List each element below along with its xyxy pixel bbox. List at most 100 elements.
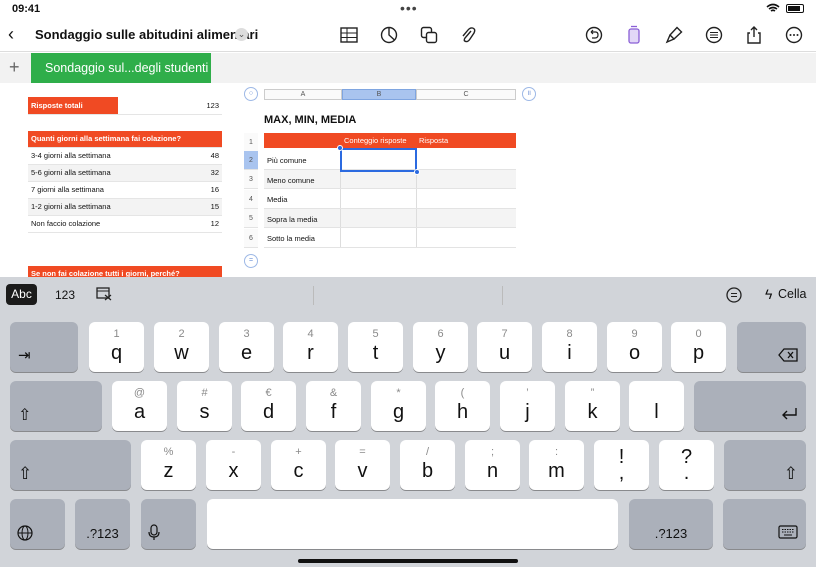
- keyboard-shortcut-bar: Abc 123 ϟ Cella: [0, 277, 816, 313]
- shift-key-right[interactable]: ⇧: [724, 440, 806, 490]
- space-key[interactable]: [207, 499, 618, 549]
- reasons-table[interactable]: Se non fai colazione tutti i giorni, per…: [28, 266, 222, 277]
- keyboard: Abc 123 ϟ Cella ⇥ 1q 2w 3e 4r 5t 6y 7u 8…: [0, 277, 816, 567]
- numbers-key-left[interactable]: .?123: [75, 499, 130, 549]
- table-row[interactable]: Sotto la media: [264, 228, 516, 248]
- shift-key-left[interactable]: ⇧: [10, 440, 131, 490]
- key-g[interactable]: * g: [371, 381, 426, 431]
- row-label: Media: [267, 195, 288, 204]
- key-u[interactable]: 7u: [477, 322, 532, 372]
- key-l[interactable]: l: [629, 381, 684, 431]
- table-row[interactable]: Meno comune: [264, 169, 516, 189]
- table-row[interactable]: Sopra la media: [264, 208, 516, 228]
- row-header[interactable]: 3: [244, 170, 258, 189]
- key-k[interactable]: ” k: [565, 381, 620, 431]
- formula-icon[interactable]: [726, 287, 742, 308]
- key-x[interactable]: -x: [206, 440, 261, 490]
- key-s[interactable]: # s: [177, 381, 232, 431]
- tab-icon: ⇥: [18, 347, 31, 364]
- key-z[interactable]: % z: [141, 440, 196, 490]
- total-label: Risposte totali: [28, 97, 118, 115]
- delete-icon: [778, 348, 798, 362]
- selection-handle-top[interactable]: [337, 145, 343, 151]
- key-j[interactable]: ’ j: [500, 381, 555, 431]
- table-cell: 12: [122, 215, 222, 233]
- selection-handle-bottom[interactable]: [414, 169, 420, 175]
- row-label: Meno comune: [267, 175, 315, 185]
- divider: [502, 286, 503, 305]
- column-header-a[interactable]: A: [264, 89, 342, 100]
- row-header[interactable]: 5: [244, 209, 258, 228]
- tab-key[interactable]: ⇥: [10, 322, 78, 372]
- row-header[interactable]: 6: [244, 229, 258, 248]
- table-header-row[interactable]: Conteggio risposte Risposta: [264, 133, 516, 148]
- key-q[interactable]: 1q: [89, 322, 144, 372]
- column-header-c[interactable]: C: [416, 89, 516, 100]
- key-i[interactable]: 8i: [542, 322, 597, 372]
- key-v[interactable]: = v: [335, 440, 390, 490]
- row-label: Sopra la media: [267, 214, 318, 224]
- text-mode-button[interactable]: Abc: [6, 284, 37, 305]
- globe-key[interactable]: [10, 499, 65, 549]
- dictation-key[interactable]: [141, 499, 196, 549]
- key-c[interactable]: + c: [271, 440, 326, 490]
- microphone-icon: [148, 524, 160, 540]
- header-count: Conteggio risposte: [344, 136, 407, 145]
- key-m[interactable]: :m: [529, 440, 584, 490]
- add-row-handle[interactable]: =: [244, 254, 258, 268]
- shift-icon: ⇧: [18, 464, 33, 483]
- number-mode-button[interactable]: 123: [55, 288, 75, 302]
- selected-cell[interactable]: [340, 148, 417, 172]
- table-select-handle[interactable]: ○: [244, 87, 258, 101]
- shift-icon: ⇧: [783, 464, 798, 483]
- table-cell: 7 giorni alla settimana: [28, 181, 122, 199]
- table-header: Quanti giorni alla settimana fai colazio…: [28, 131, 222, 148]
- table-cell: 1-2 giorni alla settimana: [28, 198, 122, 216]
- key-r[interactable]: 4r: [283, 322, 338, 372]
- globe-icon: [17, 525, 33, 541]
- date-time-icon[interactable]: [96, 287, 112, 306]
- key-period[interactable]: ?.: [659, 440, 714, 490]
- key-a[interactable]: @ a: [112, 381, 167, 431]
- table-cell: 16: [122, 181, 222, 199]
- key-f[interactable]: & f: [306, 381, 361, 431]
- key-e[interactable]: 3e: [219, 322, 274, 372]
- table-cell: 3-4 giorni alla settimana: [28, 147, 122, 165]
- row-header[interactable]: 4: [244, 190, 258, 209]
- spreadsheet-canvas[interactable]: Risposte totali 123 Quanti giorni alla s…: [0, 0, 816, 277]
- key-y[interactable]: 6y: [413, 322, 468, 372]
- table-cell: 48: [122, 147, 222, 165]
- total-table[interactable]: Risposte totali 123: [28, 97, 222, 115]
- cell-button[interactable]: Cella: [778, 287, 807, 301]
- home-indicator: [298, 559, 518, 563]
- key-o[interactable]: 9o: [607, 322, 662, 372]
- divider: [313, 286, 314, 305]
- key-h[interactable]: (h: [435, 381, 490, 431]
- table-cell: 15: [122, 198, 222, 216]
- key-w[interactable]: 2w: [154, 322, 209, 372]
- key-p[interactable]: 0p: [671, 322, 726, 372]
- key-t[interactable]: 5t: [348, 322, 403, 372]
- row-label: Sotto la media: [267, 234, 315, 243]
- key-b[interactable]: / b: [400, 440, 455, 490]
- table-title[interactable]: MAX, MIN, MEDIA: [264, 114, 356, 126]
- undo-key[interactable]: ⇧: [10, 381, 102, 431]
- return-key[interactable]: [694, 381, 806, 431]
- delete-key[interactable]: [737, 322, 806, 372]
- key-n[interactable]: ; n: [465, 440, 520, 490]
- breakfast-days-table[interactable]: Quanti giorni alla settimana fai colazio…: [28, 131, 222, 233]
- keyboard-icon: [778, 525, 798, 539]
- hide-keyboard-key[interactable]: [723, 499, 806, 549]
- row-header[interactable]: 1: [244, 133, 258, 152]
- header-answer: Risposta: [419, 136, 449, 145]
- table-header: Se non fai colazione tutti i giorni, per…: [28, 266, 222, 277]
- column-header-b[interactable]: B: [342, 89, 416, 100]
- table-row[interactable]: Media: [264, 189, 516, 209]
- add-column-handle[interactable]: ॥: [522, 87, 536, 101]
- row-label: Più comune: [267, 156, 307, 165]
- lightning-icon: ϟ: [765, 286, 773, 302]
- row-header[interactable]: 2: [244, 151, 258, 170]
- key-comma[interactable]: !,: [594, 440, 649, 490]
- numbers-key-right[interactable]: .?123: [629, 499, 713, 549]
- key-d[interactable]: € d: [241, 381, 296, 431]
